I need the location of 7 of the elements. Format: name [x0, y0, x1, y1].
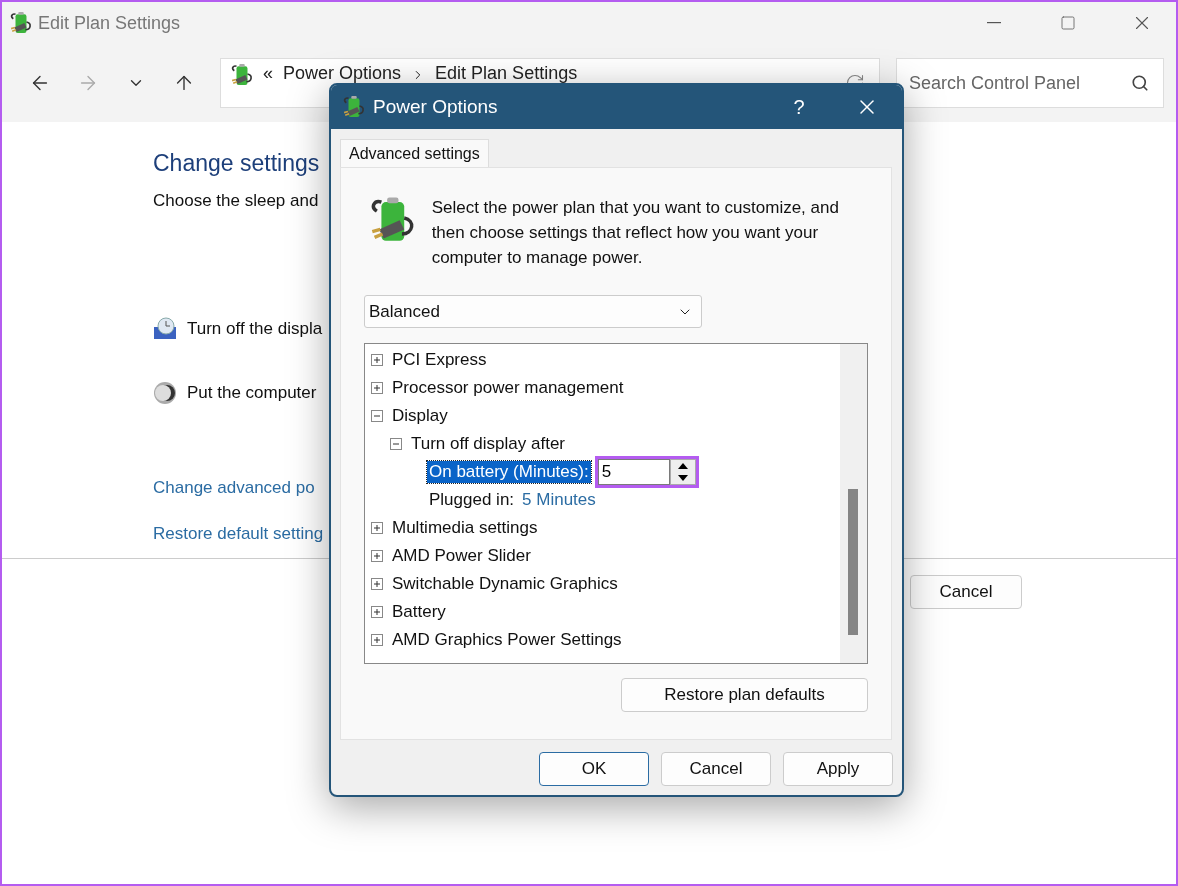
- dialog-title: Power Options: [373, 96, 499, 118]
- window-title: Edit Plan Settings: [38, 12, 182, 34]
- page-subtitle: Choose the sleep and: [153, 191, 319, 211]
- description-text: Select the power plan that you want to customize, and then choose settings that reflect how you want your computer to manage power.: [431, 197, 840, 269]
- setting-label: Turn off the displa: [187, 319, 323, 339]
- setting-label: Put the computer: [187, 383, 317, 403]
- page-heading: Change settings: [153, 150, 320, 177]
